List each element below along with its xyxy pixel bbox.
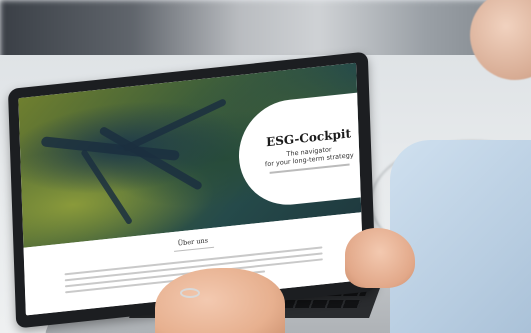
about-divider — [174, 246, 215, 252]
shirt-sleeve — [390, 140, 531, 333]
river-channel — [80, 148, 134, 226]
ring — [180, 288, 200, 298]
photo-scene: ESG-Cockpit The navigator for your long-… — [0, 0, 531, 333]
river-channel — [122, 97, 227, 153]
hero-title-card: ESG-Cockpit The navigator for your long-… — [237, 90, 364, 210]
